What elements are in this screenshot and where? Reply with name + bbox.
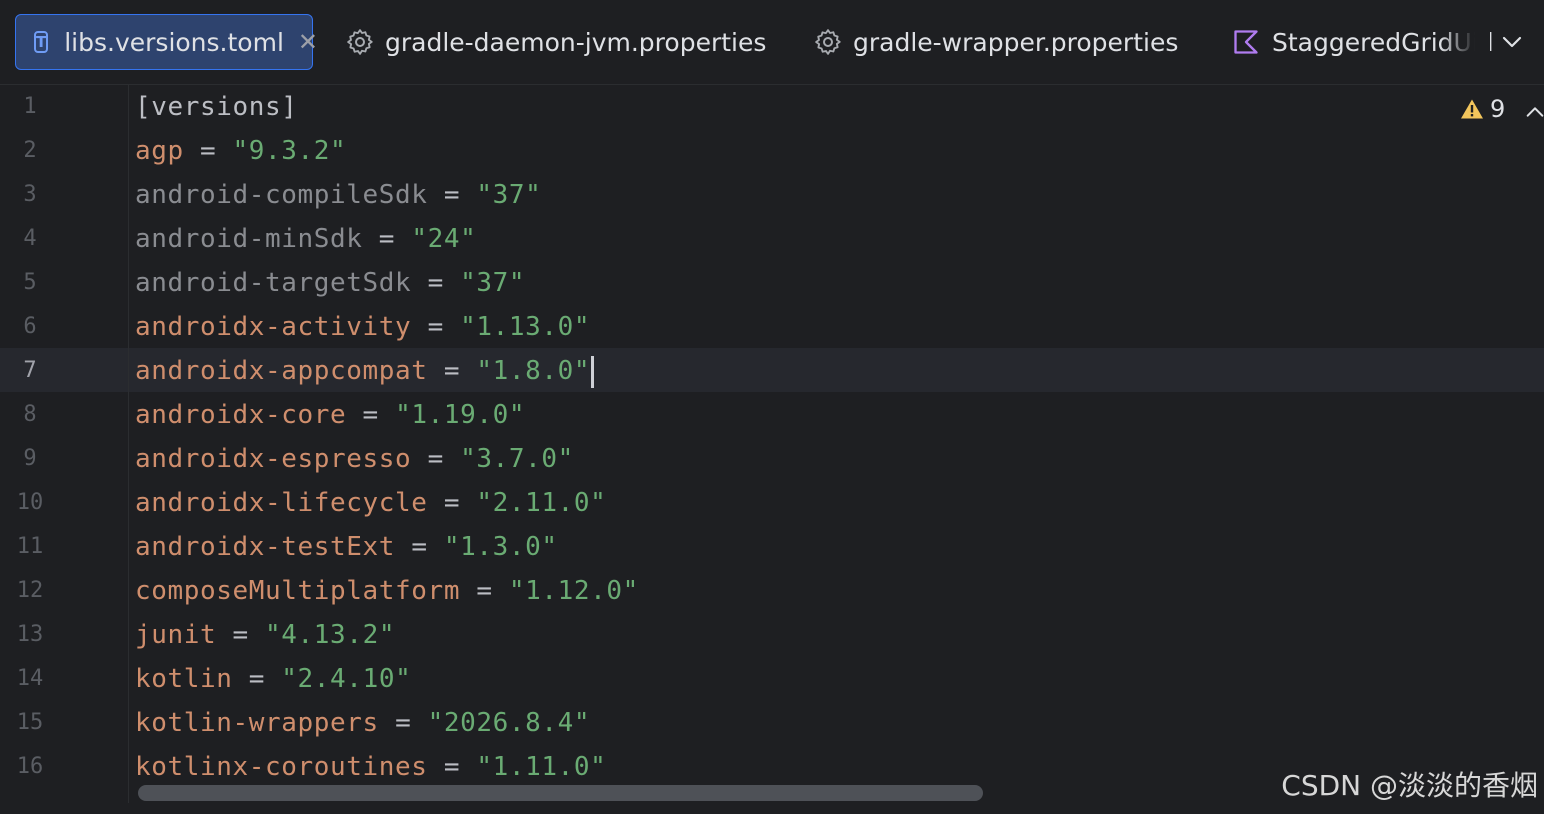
line-number: 5 [23, 270, 37, 295]
toml-value: "2.4.10" [281, 664, 412, 694]
code-line-current[interactable]: androidx-appcompat = "1.8.0" [135, 349, 595, 393]
tab-label: gradle-daemon-jvm.properties [385, 27, 767, 57]
code-editor[interactable]: 1 2 3 4 5 6 7 8 9 10 11 12 13 14 15 16 [… [0, 85, 1544, 814]
toml-value: "1.8.0" [476, 356, 591, 386]
toml-value: "37" [460, 268, 526, 298]
toml-key-unused: android-minSdk [135, 224, 363, 254]
chevron-up-icon[interactable] [1524, 101, 1544, 123]
gear-icon [347, 29, 373, 55]
code-line[interactable]: agp = "9.3.2" [135, 129, 346, 173]
toml-value: "2.11.0" [476, 488, 607, 518]
toml-value: "37" [476, 180, 542, 210]
line-number: 16 [16, 754, 44, 779]
line-number: 15 [16, 710, 44, 735]
toml-value: "3.7.0" [460, 444, 574, 474]
toml-value: "24" [411, 224, 477, 254]
code-line[interactable]: kotlinx-coroutines = "1.11.0" [135, 745, 606, 789]
tab-label: libs.versions.toml [64, 27, 284, 57]
line-number: 3 [23, 182, 37, 207]
code-line[interactable]: junit = "4.13.2" [135, 613, 395, 657]
toml-key: agp [135, 136, 184, 166]
line-number: 13 [16, 622, 44, 647]
tab-libs-versions-toml[interactable]: T libs.versions.toml ✕ [15, 14, 318, 70]
line-number: 12 [16, 578, 44, 603]
line-number: 1 [23, 94, 37, 119]
inspection-warnings-widget[interactable]: 9 [1460, 95, 1505, 123]
code-line[interactable]: androidx-testExt = "1.3.0" [135, 525, 558, 569]
code-line[interactable]: [versions] [135, 85, 298, 129]
line-number: 11 [16, 534, 44, 559]
code-line[interactable]: kotlin-wrappers = "2026.8.4" [135, 701, 590, 745]
line-number-current: 7 [23, 358, 37, 383]
code-line[interactable]: android-minSdk = "24" [135, 217, 476, 261]
toml-key: androidx-activity [135, 312, 412, 342]
line-number: 8 [23, 402, 37, 427]
code-line[interactable]: kotlin = "2.4.10" [135, 657, 411, 701]
watermark-text: CSDN @淡淡的香烟 [1281, 769, 1538, 802]
horizontal-scrollbar[interactable] [138, 785, 983, 801]
toml-key: composeMultiplatform [135, 576, 461, 606]
tab-gradle-wrapper-properties[interactable]: gradle-wrapper.properties [813, 14, 1178, 70]
toml-key-unused: android-targetSdk [135, 268, 412, 298]
toml-value: "9.3.2" [232, 136, 347, 166]
toml-key: kotlinx-coroutines [135, 752, 428, 782]
toml-key: junit [135, 620, 217, 650]
toml-key: androidx-core [135, 400, 347, 430]
line-number: 4 [23, 226, 37, 251]
toml-file-icon: T [34, 31, 49, 53]
toml-key: kotlin [135, 664, 233, 694]
editor-tab-bar: T libs.versions.toml ✕ gradle-daemon-jvm… [0, 0, 1544, 85]
close-icon[interactable]: ✕ [298, 28, 318, 56]
toml-key: androidx-testExt [135, 532, 396, 562]
code-line[interactable]: android-targetSdk = "37" [135, 261, 525, 305]
warning-icon [1461, 99, 1483, 119]
line-number: 6 [23, 314, 37, 339]
warnings-count: 9 [1490, 95, 1506, 123]
gutter-divider [128, 85, 129, 803]
tab-label: gradle-wrapper.properties [853, 27, 1179, 57]
toml-key: androidx-lifecycle [135, 488, 428, 518]
toml-key: androidx-appcompat [135, 356, 428, 386]
toml-value: "1.12.0" [508, 576, 639, 606]
code-line[interactable]: android-compileSdk = "37" [135, 173, 541, 217]
tab-gradle-daemon-jvm-properties[interactable]: gradle-daemon-jvm.properties [345, 14, 766, 70]
code-line[interactable]: androidx-activity = "1.13.0" [135, 305, 590, 349]
toml-key: androidx-espresso [135, 444, 412, 474]
chevron-down-icon[interactable] [1500, 30, 1524, 54]
toml-key: kotlin-wrappers [135, 708, 379, 738]
line-number: 14 [16, 666, 44, 691]
toml-value: "2026.8.4" [427, 708, 591, 738]
tab-overflow-fade [1440, 20, 1490, 66]
code-line[interactable]: androidx-espresso = "3.7.0" [135, 437, 574, 481]
toml-value: "1.11.0" [476, 752, 607, 782]
gear-icon [815, 29, 841, 55]
code-line[interactable]: androidx-core = "1.19.0" [135, 393, 525, 437]
line-number: 2 [23, 138, 37, 163]
toml-value: "1.3.0" [443, 532, 558, 562]
toml-value: "4.13.2" [265, 620, 396, 650]
toml-value: "1.13.0" [460, 312, 591, 342]
code-line[interactable]: androidx-lifecycle = "2.11.0" [135, 481, 606, 525]
toml-section-header: [versions] [135, 92, 298, 122]
line-number: 10 [16, 490, 44, 515]
toml-key-unused: android-compileSdk [135, 180, 428, 210]
line-number: 9 [23, 446, 37, 471]
text-caret [591, 355, 595, 388]
kotlin-file-icon [1234, 30, 1258, 54]
code-line[interactable]: composeMultiplatform = "1.12.0" [135, 569, 639, 613]
toml-value: "1.19.0" [395, 400, 526, 430]
